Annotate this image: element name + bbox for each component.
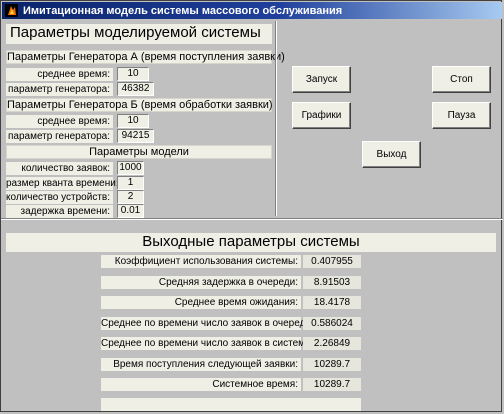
model-params-title: Параметры моделируемой системы (6, 24, 272, 44)
output-row-label: Среднее время ожидания: (101, 296, 301, 309)
output-row-value: 2.26849 (303, 337, 361, 350)
gen-a-param-field[interactable]: 46382 (117, 82, 154, 96)
gen-b-param-label: параметр генератора: (6, 130, 113, 143)
output-row-value: 10289.7 (303, 358, 361, 371)
output-row-value: 18.4178 (303, 296, 361, 309)
vertical-divider (275, 21, 277, 216)
output-row-value: 0.407955 (303, 255, 361, 268)
exit-button[interactable]: Выход (362, 141, 421, 168)
gen-a-param-label: параметр генератора: (6, 83, 113, 96)
gen-b-header: Параметры Генератора Б (время обработки … (6, 98, 273, 112)
output-empty-row (101, 398, 361, 411)
gen-a-header: Параметры Генератора А (время поступлени… (6, 50, 285, 64)
delay-label: задержка времени: (6, 205, 113, 218)
quantum-field[interactable]: 1 (117, 176, 144, 190)
gen-a-mean-label: среднее время: (6, 68, 113, 81)
requests-field[interactable]: 1000 (117, 161, 144, 175)
pause-button[interactable]: Пауза (432, 102, 491, 129)
gen-b-mean-label: среднее время: (6, 115, 113, 128)
title-bar[interactable]: Имитационная модель системы массового об… (2, 2, 502, 19)
horizontal-divider (1, 218, 503, 220)
start-button[interactable]: Запуск (292, 66, 351, 93)
output-title: Выходные параметры системы (6, 233, 496, 252)
devices-field[interactable]: 2 (117, 190, 144, 204)
output-row-label: Среднее по времени число заявок в систем… (101, 337, 314, 350)
stop-button[interactable]: Стоп (432, 66, 491, 93)
app-icon (5, 4, 18, 17)
output-row-label: Среднее по времени число заявок в очеред… (101, 317, 314, 330)
output-row-label: Средняя задержка в очереди: (101, 276, 301, 289)
app-window: Имитационная модель системы массового об… (0, 0, 503, 412)
delay-field[interactable]: 0.01 (117, 204, 144, 218)
output-row-value: 10289.7 (303, 378, 361, 391)
quantum-label: размер кванта времени: (6, 177, 119, 190)
output-row-label: Системное время: (101, 378, 301, 391)
model-header: Параметры модели (6, 145, 272, 159)
devices-label: количество устройств: (6, 191, 113, 204)
gen-b-mean-field[interactable]: 10 (117, 114, 149, 128)
output-row-label: Коэффициент использования системы: (101, 255, 301, 268)
output-row-value: 0.586024 (303, 317, 361, 330)
gen-a-mean-field[interactable]: 10 (117, 67, 149, 81)
output-row-value: 8.91503 (303, 276, 361, 289)
requests-label: количество заявок: (6, 162, 113, 175)
graphs-button[interactable]: Графики (292, 102, 351, 129)
window-title: Имитационная модель системы массового об… (23, 4, 343, 17)
gen-b-param-field[interactable]: 94215 (117, 129, 154, 143)
output-row-label: Время поступления следующей заявки: (101, 358, 301, 371)
